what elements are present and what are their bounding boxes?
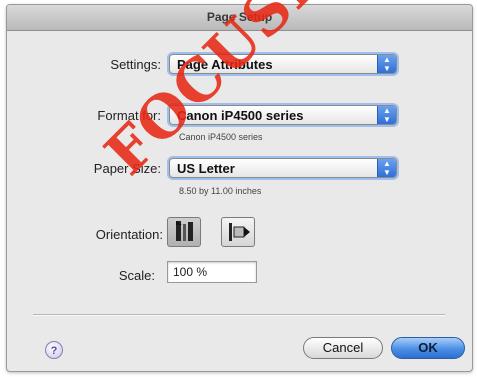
scale-label: Scale: [118,268,155,283]
format-for-popup-value: Canon iP4500 series [177,108,304,123]
help-button[interactable]: ? [45,341,63,359]
portrait-orientation-button[interactable] [167,217,201,247]
portrait-orientation-icon [176,221,193,241]
separator [33,314,445,316]
cancel-button[interactable]: Cancel [303,337,383,359]
settings-popup[interactable]: Page Attributes ▲ ▼ [169,54,397,74]
ok-button[interactable]: OK [391,337,465,359]
settings-popup-value: Page Attributes [177,57,273,72]
landscape-orientation-icon [229,223,250,241]
window-title: Page Setup [7,5,472,31]
format-for-popup[interactable]: Canon iP4500 series ▲ ▼ [169,105,397,125]
paper-size-label: Paper Size: [93,161,161,176]
format-for-description: Canon iP4500 series [179,132,263,142]
scale-input[interactable]: 100 % [167,261,257,283]
paper-size-popup[interactable]: US Letter ▲ ▼ [169,158,397,178]
paper-size-popup-value: US Letter [177,161,235,176]
popup-arrows-icon: ▲ ▼ [377,55,396,73]
page-setup-dialog: Page Setup Settings: Page Attributes ▲ ▼ … [6,4,473,372]
format-for-label: Format for: [97,108,161,123]
landscape-orientation-button[interactable] [221,217,255,247]
popup-arrows-icon: ▲ ▼ [377,106,396,124]
settings-label: Settings: [110,57,161,72]
popup-arrows-icon: ▲ ▼ [377,159,396,177]
paper-size-description: 8.50 by 11.00 inches [179,186,262,196]
orientation-label: Orientation: [95,227,163,242]
